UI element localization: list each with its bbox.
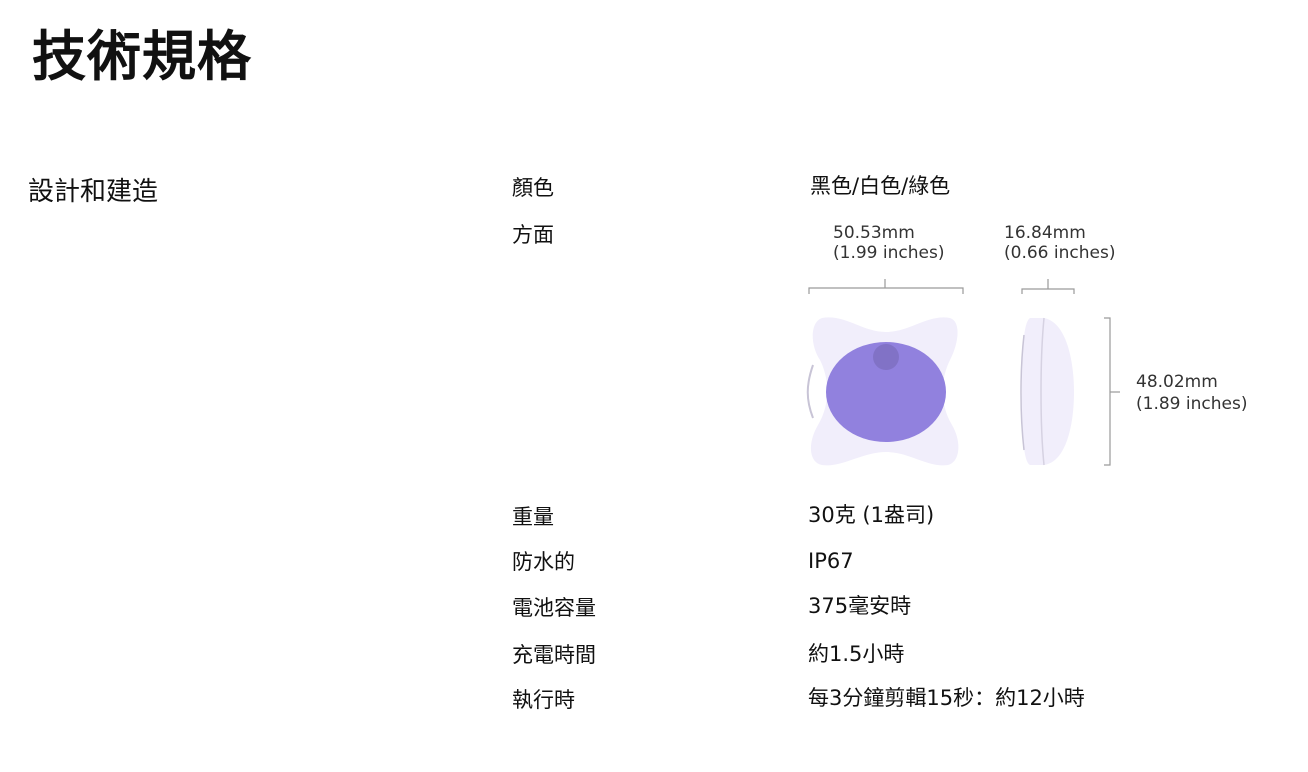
dim-height-in: (1.89 inches) xyxy=(1136,394,1248,414)
spec-value-waterproof: IP67 xyxy=(808,549,854,573)
device-button xyxy=(873,344,899,370)
spec-label-dimensions: 方面 xyxy=(512,223,554,247)
device-dimension-diagram xyxy=(806,279,1120,466)
spec-value-charge-time: 約1.5小時 xyxy=(808,642,905,666)
depth-bracket xyxy=(1021,279,1075,294)
spec-label-weight: 重量 xyxy=(512,505,554,529)
spec-value-battery: 375毫安時 xyxy=(808,594,912,618)
dim-width-in: (1.99 inches) xyxy=(833,243,945,263)
spec-label-waterproof: 防水的 xyxy=(512,550,575,574)
spec-label-runtime: 執行時 xyxy=(512,688,575,712)
spec-value-weight: 30克 (1盎司) xyxy=(808,503,935,527)
dim-depth-in: (0.66 inches) xyxy=(1004,243,1116,263)
height-bracket xyxy=(1104,317,1120,466)
spec-label-charge-time: 充電時間 xyxy=(512,643,596,667)
device-front-view xyxy=(806,317,959,466)
spec-value-runtime: 每3分鐘剪輯15秒：約12小時 xyxy=(808,686,1085,710)
dim-height-mm: 48.02mm xyxy=(1136,372,1218,392)
section-title-design: 設計和建造 xyxy=(28,177,159,207)
dim-width-mm: 50.53mm xyxy=(833,223,915,243)
width-bracket xyxy=(808,279,964,294)
page-title: 技術規格 xyxy=(32,25,252,88)
spec-label-color: 顏色 xyxy=(512,176,554,200)
spec-label-battery: 電池容量 xyxy=(512,596,596,620)
dim-depth-mm: 16.84mm xyxy=(1004,223,1086,243)
spec-value-color: 黑色/白色/綠色 xyxy=(810,174,951,198)
device-side-body xyxy=(1022,318,1074,465)
device-side-view xyxy=(1020,317,1074,466)
device-front-edge xyxy=(806,364,814,419)
